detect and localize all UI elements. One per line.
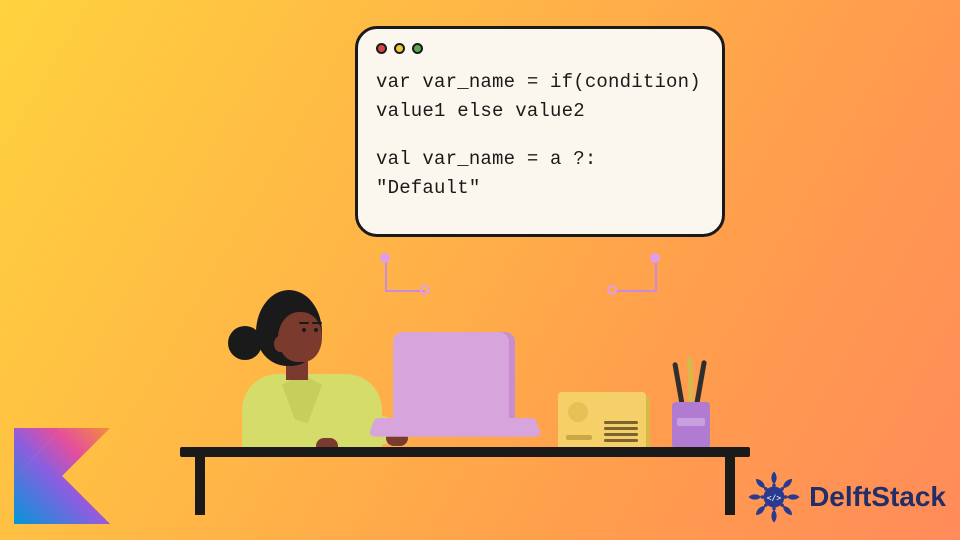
connector-line <box>615 290 657 292</box>
desk-leg <box>725 455 735 515</box>
desk-leg <box>195 455 205 515</box>
code-line-4: "Default" <box>376 174 704 203</box>
delftstack-logo-icon: </> <box>745 468 803 526</box>
connector-dot-icon <box>650 253 660 263</box>
connector-dot-icon <box>380 253 390 263</box>
close-icon <box>376 43 387 54</box>
window-traffic-lights <box>376 43 704 54</box>
delftstack-brand: </> DelftStack <box>745 468 946 526</box>
code-window: var var_name = if(condition) value1 else… <box>355 26 725 237</box>
brand-name: DelftStack <box>809 481 946 513</box>
connector-ring-icon <box>607 285 617 295</box>
pen-icon <box>694 360 707 406</box>
kotlin-logo-icon <box>14 428 110 524</box>
code-line-2: value1 else value2 <box>376 97 704 126</box>
pencil-icon <box>687 356 694 406</box>
desk-top <box>180 447 750 457</box>
id-card-icon <box>558 392 646 450</box>
pen-icon <box>672 362 685 406</box>
pen-cup-icon <box>672 402 710 450</box>
cup-label-icon <box>677 418 705 426</box>
laptop-icon <box>375 332 535 450</box>
minimize-icon <box>394 43 405 54</box>
code-line-3: val var_name = a ?: <box>376 145 704 174</box>
svg-text:</>: </> <box>767 492 782 502</box>
maximize-icon <box>412 43 423 54</box>
code-line-1: var var_name = if(condition) <box>376 68 704 97</box>
